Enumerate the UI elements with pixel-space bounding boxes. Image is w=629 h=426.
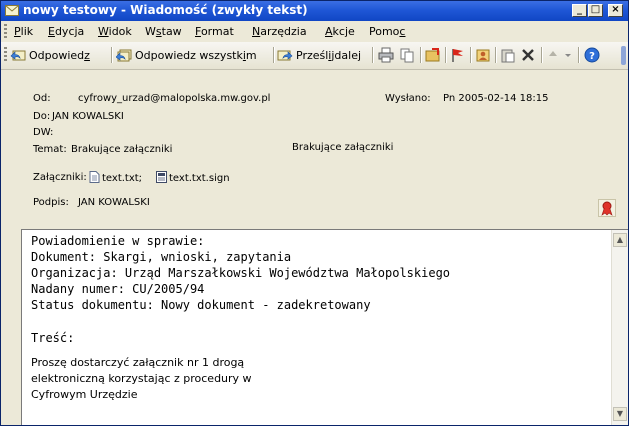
signature-label: Podpis: xyxy=(33,197,69,208)
toolbar-overflow-handle[interactable] xyxy=(621,46,626,65)
sent-value: Pn 2005-02-14 18:15 xyxy=(443,93,549,104)
body-line: Nadany numer: CU/2005/94 xyxy=(31,282,205,296)
maximize-button[interactable]: □ xyxy=(588,4,603,17)
subject-label: Temat: xyxy=(33,144,67,155)
toolbar-separator xyxy=(470,47,472,63)
message-window: nowy testowy - Wiadomość (zwykły tekst) … xyxy=(0,0,629,426)
from-label: Od: xyxy=(33,93,51,104)
attachment-text-txt-sign[interactable]: text.txt.sign xyxy=(156,171,230,184)
reply-all-icon xyxy=(116,49,132,62)
svg-text:?: ? xyxy=(589,51,595,62)
text-file-icon xyxy=(89,171,100,183)
toolbar-separator xyxy=(495,47,497,63)
previous-item-icon[interactable] xyxy=(546,48,560,62)
toolbar-separator xyxy=(372,47,374,63)
menu-narzedzia[interactable]: Narzędzia xyxy=(252,25,307,38)
address-book-icon[interactable] xyxy=(475,47,491,63)
menu-edycja[interactable]: Edycja xyxy=(48,25,84,38)
scroll-down-arrow-icon[interactable]: ▼ xyxy=(613,407,627,421)
title-bar[interactable]: nowy testowy - Wiadomość (zwykły tekst) … xyxy=(1,1,628,21)
print-icon[interactable] xyxy=(378,47,394,63)
content-label: Treść: xyxy=(31,331,75,345)
toolbar-separator xyxy=(578,47,580,63)
content-line: elektroniczną korzystając z procedury w xyxy=(31,372,252,385)
help-icon[interactable]: ? xyxy=(584,47,600,63)
content-line: Cyfrowym Urzędzie xyxy=(31,388,138,401)
menu-format[interactable]: Format xyxy=(195,25,234,38)
reply-icon xyxy=(10,50,26,61)
attachments-label: Załączniki: xyxy=(33,172,87,183)
flag-icon[interactable] xyxy=(450,47,466,63)
chevron-down-icon[interactable] xyxy=(563,48,573,62)
toolbar-separator xyxy=(445,47,447,63)
toolbar-separator xyxy=(420,47,422,63)
window-title: nowy testowy - Wiadomość (zwykły tekst) xyxy=(23,3,308,17)
cc-label: DW: xyxy=(33,127,54,138)
paste-icon[interactable] xyxy=(500,47,516,63)
menu-grip-handle[interactable] xyxy=(4,24,7,39)
toolbar-separator xyxy=(273,47,275,63)
body-line: Status dokumentu: Nowy dokument - zadekr… xyxy=(31,298,371,312)
forward-button[interactable]: Prześl ij dalej xyxy=(277,46,361,64)
menu-plik[interactable]: Plik xyxy=(14,25,33,38)
to-value[interactable]: JAN KOWALSKI xyxy=(52,111,124,122)
subject-value: Brakujące załączniki xyxy=(71,144,173,155)
signature-value: JAN KOWALSKI xyxy=(78,197,150,208)
menu-akcje[interactable]: Akcje xyxy=(325,25,355,38)
content-line: Proszę dostarczyć załącznik nr 1 drogą xyxy=(31,356,245,369)
scroll-up-arrow-icon[interactable]: ▲ xyxy=(613,233,627,247)
sent-label: Wysłano: xyxy=(385,93,431,104)
body-line: Organizacja: Urząd Marszałkowski Wojewód… xyxy=(31,266,451,280)
menu-bar: Plik Edycja Widok Wstaw Format Narzędzia… xyxy=(1,21,628,42)
toolbar-grip-handle[interactable] xyxy=(4,47,7,62)
reply-all-button[interactable]: Odpowiedz wszystk i m xyxy=(116,46,257,64)
certificate-ribbon-icon[interactable] xyxy=(598,199,616,217)
message-body[interactable]: Powiadomienie w sprawie: Dokument: Skarg… xyxy=(21,229,628,425)
signature-file-icon xyxy=(156,171,167,183)
envelope-icon xyxy=(5,5,19,16)
body-line: Powiadomienie w sprawie: xyxy=(31,234,205,248)
message-header: Od: cyfrowy_urzad@malopolska.mw.gov.pl W… xyxy=(1,70,628,224)
forward-icon xyxy=(277,50,293,61)
move-to-folder-icon[interactable] xyxy=(425,47,441,63)
to-label: Do: xyxy=(33,111,51,122)
menu-pomoc[interactable]: Pomoc xyxy=(369,25,405,38)
toolbar-separator xyxy=(111,47,113,63)
delete-icon[interactable] xyxy=(520,47,536,63)
minimize-button[interactable]: _ xyxy=(572,4,587,17)
close-button[interactable]: × xyxy=(608,4,623,17)
body-line: Dokument: Skargi, wnioski, zapytania xyxy=(31,250,292,264)
toolbar: Odpowied z Odpowiedz wszystk i m Prześl ij d… xyxy=(1,42,628,70)
vertical-scrollbar[interactable]: ▲ ▼ xyxy=(611,230,628,425)
attachment-text-txt[interactable]: text.txt; xyxy=(89,171,142,184)
from-value[interactable]: cyfrowy_urzad@malopolska.mw.gov.pl xyxy=(78,93,270,104)
menu-widok[interactable]: Widok xyxy=(98,25,132,38)
reply-button[interactable]: Odpowied z xyxy=(10,46,90,64)
toolbar-separator xyxy=(541,47,543,63)
subject-note: Brakujące załączniki xyxy=(292,142,394,153)
copy-icon[interactable] xyxy=(399,47,415,63)
menu-wstaw[interactable]: Wstaw xyxy=(145,25,182,38)
